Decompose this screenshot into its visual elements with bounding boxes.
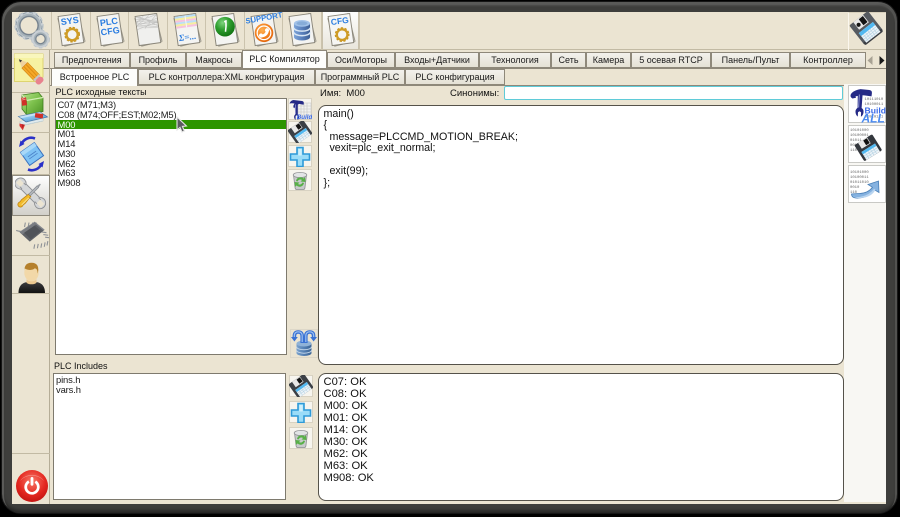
svg-text:10100001: 10100001 [850, 134, 869, 138]
svg-text:0010: 0010 [850, 186, 860, 190]
svg-text:01011010: 01011010 [850, 181, 869, 185]
svg-text:10101000: 10101000 [850, 129, 869, 133]
svg-text:10101000: 10101000 [850, 171, 869, 175]
svg-text:110: 110 [850, 149, 858, 153]
svg-text:Build: Build [296, 114, 311, 120]
svg-text:10100011: 10100011 [850, 176, 869, 180]
svg-text:ALL: ALL [861, 111, 885, 123]
svg-text:10111010: 10111010 [865, 98, 884, 102]
